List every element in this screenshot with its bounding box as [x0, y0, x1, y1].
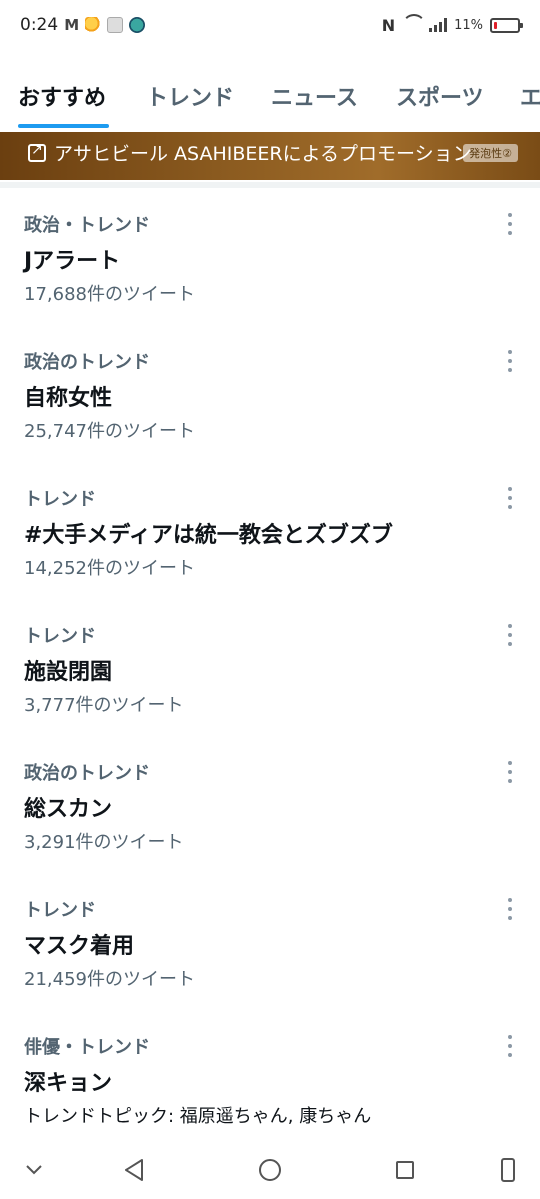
app-notification-icon-2 — [129, 17, 146, 33]
more-options-icon[interactable] — [506, 898, 514, 920]
trend-title: 施設閉園 — [24, 660, 113, 685]
trend-context: 政治のトレンド — [24, 763, 150, 784]
trend-count: 21,459件のツイート — [24, 969, 195, 990]
trend-context: 俳優・トレンド — [24, 1037, 150, 1058]
trend-title: Jアラート — [24, 249, 121, 274]
trend-item[interactable]: トレンド #大手メディアは統一教会とズブズブ 14,252件のツイート — [0, 485, 540, 622]
trend-title: #大手メディアは統一教会とズブズブ — [24, 523, 393, 548]
notification-icons: M — [64, 16, 146, 34]
more-options-icon[interactable] — [506, 624, 514, 646]
trend-item[interactable]: トレンド 施設閉園 3,777件のツイート — [0, 622, 540, 759]
wifi-icon — [402, 18, 422, 32]
trend-item[interactable]: 政治のトレンド 総スカン 3,291件のツイート — [0, 759, 540, 896]
trend-count: 25,747件のツイート — [24, 421, 195, 442]
promoted-banner[interactable]: アサヒビール ASAHIBEERによるプロモーション 発泡性② — [0, 132, 540, 180]
system-navigation-bar — [0, 1140, 540, 1199]
trend-title: 自称女性 — [24, 386, 113, 411]
status-time: 0:24 — [20, 15, 59, 35]
battery-percent: 11% — [454, 17, 483, 33]
trend-title: マスク着用 — [24, 934, 135, 959]
more-options-icon[interactable] — [506, 1035, 514, 1057]
trend-topics: トレンドトピック: 福原遥ちゃん, 康ちゃん — [24, 1106, 372, 1127]
active-tab-indicator — [18, 124, 109, 128]
trend-title: 総スカン — [24, 797, 113, 822]
tab-trending[interactable]: トレンド — [146, 80, 234, 112]
trend-count: 3,291件のツイート — [24, 832, 184, 853]
trend-context: トレンド — [24, 900, 96, 921]
battery-icon — [490, 17, 523, 33]
signal-icon — [429, 18, 448, 32]
promo-label: アサヒビール ASAHIBEERによるプロモーション — [28, 139, 472, 166]
tab-sports[interactable]: スポーツ — [396, 80, 484, 112]
tab-news[interactable]: ニュース — [271, 80, 358, 112]
gmail-icon: M — [64, 16, 80, 34]
promo-text: アサヒビール ASAHIBEERによるプロモーション — [54, 143, 472, 165]
trend-count: 17,688件のツイート — [24, 284, 195, 305]
system-status-icons: N 11% — [381, 15, 523, 35]
more-options-icon[interactable] — [506, 761, 514, 783]
trend-count: 14,252件のツイート — [24, 558, 195, 579]
trend-item[interactable]: トレンド マスク着用 21,459件のツイート — [0, 896, 540, 1033]
nfc-icon: N — [381, 15, 396, 35]
trend-count: 3,777件のツイート — [24, 695, 184, 716]
app-notification-icon — [107, 17, 124, 33]
back-icon[interactable] — [120, 1156, 148, 1184]
home-icon[interactable] — [256, 1156, 284, 1184]
weather-icon — [85, 17, 102, 33]
trend-context: トレンド — [24, 626, 96, 647]
trend-context: 政治・トレンド — [24, 215, 150, 236]
trend-context: トレンド — [24, 489, 96, 510]
section-divider — [0, 182, 540, 188]
battery-level — [494, 21, 497, 29]
phone-icon[interactable] — [494, 1156, 522, 1184]
promoted-arrow-icon — [28, 142, 46, 162]
tab-entertainment[interactable]: エ — [520, 80, 540, 112]
trend-item[interactable]: 政治・トレンド Jアラート 17,688件のツイート — [0, 211, 540, 348]
more-options-icon[interactable] — [506, 487, 514, 509]
trend-item[interactable]: 政治のトレンド 自称女性 25,747件のツイート — [0, 348, 540, 485]
more-options-icon[interactable] — [506, 350, 514, 372]
promo-badge: 発泡性② — [463, 144, 518, 162]
trend-title: 深キョン — [24, 1071, 113, 1096]
chevron-down-icon[interactable] — [20, 1156, 48, 1184]
explore-tabs: おすすめ トレンド ニュース スポーツ エ — [0, 58, 540, 132]
recents-icon[interactable] — [391, 1156, 419, 1184]
trend-context: 政治のトレンド — [24, 352, 150, 373]
tab-recommended[interactable]: おすすめ — [18, 80, 106, 112]
more-options-icon[interactable] — [506, 213, 514, 235]
status-bar: 0:24 M N 11% — [0, 0, 540, 50]
